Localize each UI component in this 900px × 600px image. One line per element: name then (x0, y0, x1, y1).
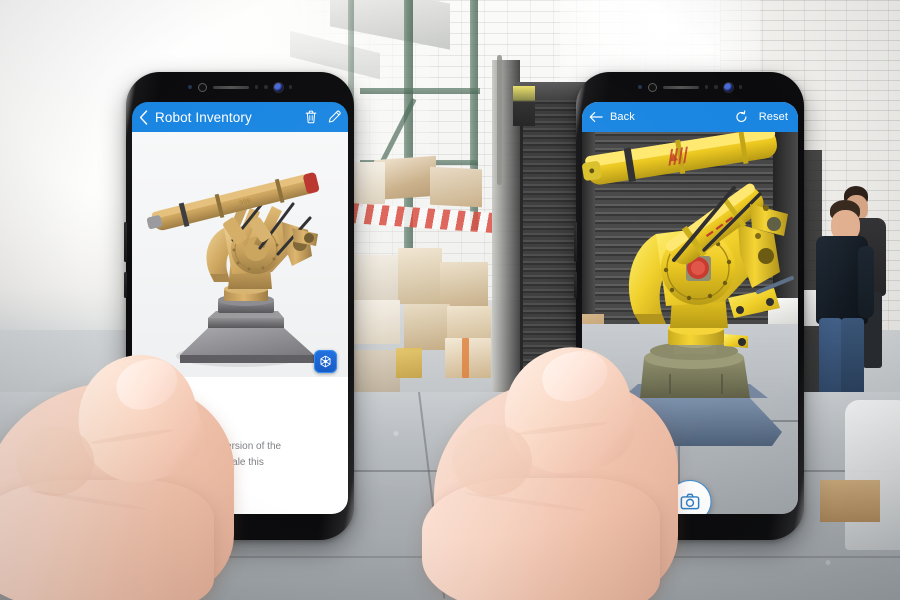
front-camera-icon (723, 82, 733, 92)
front-camera-icon (273, 82, 283, 92)
ar-placed-robot-arm (582, 127, 794, 446)
right-phone-device: Back Reset (574, 72, 804, 540)
earpiece-speaker (212, 85, 249, 89)
page-title: Robot Inventory (155, 109, 252, 125)
right-phone-top-bezel (576, 72, 804, 102)
camera-icon (680, 493, 700, 510)
iris-scanner-icon (197, 82, 207, 92)
proximity-sensor-icon (254, 85, 259, 89)
shrink-wrapped-pallet (845, 400, 900, 550)
earpiece-speaker (662, 85, 699, 89)
extra-sensor-icon (288, 85, 293, 89)
light-sensor-icon (264, 85, 268, 89)
left-phone-top-bezel (126, 72, 354, 102)
cardboard-box (348, 300, 400, 344)
rollup-door-motor (513, 86, 535, 126)
right-phone-screen: Back Reset (582, 102, 798, 514)
reset-arrow-icon[interactable] (735, 110, 748, 124)
model-viewer-stage[interactable]: 999 (132, 132, 348, 377)
volume-button[interactable] (124, 222, 127, 262)
trash-icon[interactable] (305, 110, 317, 124)
arrow-left-icon[interactable] (589, 111, 603, 123)
cardboard-box (430, 166, 482, 208)
cardboard-box (404, 304, 450, 350)
proximity-sensor-icon (704, 85, 709, 89)
extra-sensor-icon (738, 85, 743, 89)
left-phone-screen: Robot Inventory 999 k VII Overview This … (132, 102, 348, 514)
light-sensor-icon (714, 85, 718, 89)
pencil-icon[interactable] (328, 110, 341, 124)
cardboard-box (398, 248, 442, 304)
ar-view-button[interactable] (314, 350, 337, 373)
overview-heading: Overview (146, 422, 190, 434)
back-label[interactable]: Back (610, 111, 635, 123)
model-detail-sheet: k VII Overview This is the latest versio… (132, 377, 348, 514)
model-title: k VII (146, 399, 169, 411)
ir-sensor-icon (637, 85, 642, 89)
iris-scanner-icon (647, 82, 657, 92)
electrical-conduit (497, 55, 502, 185)
right-app-bar: Back Reset (582, 102, 798, 132)
power-button[interactable] (574, 272, 577, 298)
reset-label[interactable]: Reset (759, 111, 791, 123)
left-phone-device: Robot Inventory 999 k VII Overview This … (124, 72, 354, 540)
rack-beam-top (360, 88, 480, 94)
left-app-bar: Robot Inventory (132, 102, 348, 132)
overview-body: This is the latest version of the roboti… (146, 441, 282, 483)
box-tape-stripe (462, 338, 469, 378)
power-button[interactable] (124, 272, 127, 298)
ar-camera-view[interactable] (582, 102, 798, 514)
ir-sensor-icon (187, 85, 192, 89)
floor-box (820, 480, 880, 522)
person-worker-front (816, 200, 886, 420)
arm (858, 246, 874, 318)
ar-cube-icon (320, 355, 331, 368)
robot-arm-3d-model: 999 (146, 172, 320, 367)
volume-button[interactable] (574, 222, 577, 262)
yellow-crate (396, 348, 422, 378)
chevron-left-icon[interactable] (139, 109, 148, 125)
floor-seam (0, 556, 900, 558)
